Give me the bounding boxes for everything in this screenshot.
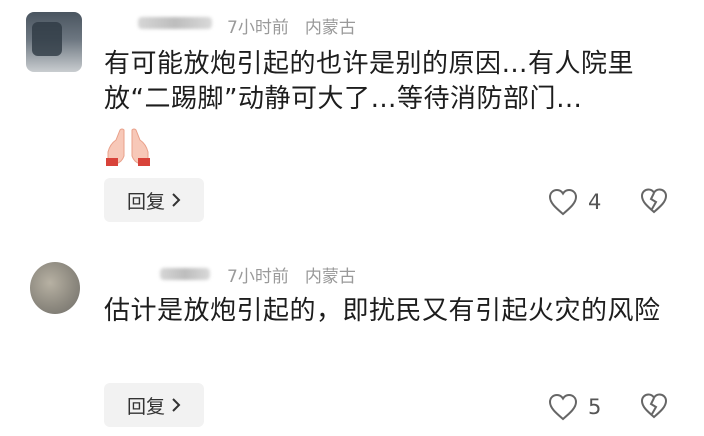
avatar[interactable] [30,262,80,314]
like-button[interactable]: 4 [548,188,601,216]
comment-time: 7小时前 [227,267,289,287]
comment-item: 7小时前 内蒙古 有可能放炮引起的也许是别的原因…有人院里放“二踢脚”动静可大了…… [0,0,704,232]
chevron-right-icon [172,398,181,412]
reply-label: 回复 [126,395,165,418]
reply-button[interactable]: 回复 [104,178,204,222]
dislike-button[interactable] [640,187,668,215]
chevron-right-icon [172,193,181,207]
username-blurred[interactable] [138,17,212,29]
like-count: 4 [588,190,602,214]
comment-location: 内蒙古 [304,267,356,287]
folded-hands-icon [104,126,152,166]
like-count: 5 [588,395,602,419]
comment-location: 内蒙古 [304,18,356,38]
comment-time: 7小时前 [227,18,289,38]
comment-meta: 7小时前 内蒙古 [227,13,356,38]
username-blurred[interactable] [160,268,210,280]
comment-item: 7小时前 内蒙古 估计是放炮引起的，即扰民又有引起火灾的风险 回复 5 [0,250,704,436]
broken-heart-icon [640,393,668,419]
avatar[interactable] [26,12,82,72]
reply-label: 回复 [126,190,165,213]
heart-outline-icon [548,188,578,216]
heart-outline-icon [548,393,578,421]
dislike-button[interactable] [640,392,668,420]
like-button[interactable]: 5 [548,393,601,421]
comment-text: 有可能放炮引起的也许是别的原因…有人院里放“二踢脚”动静可大了…等待消防部门… [104,49,635,114]
reply-button[interactable]: 回复 [104,383,204,427]
broken-heart-icon [640,188,668,214]
comment-text: 估计是放炮引起的，即扰民又有引起火灾的风险 [104,296,661,326]
comment-meta: 7小时前 内蒙古 [227,262,356,287]
